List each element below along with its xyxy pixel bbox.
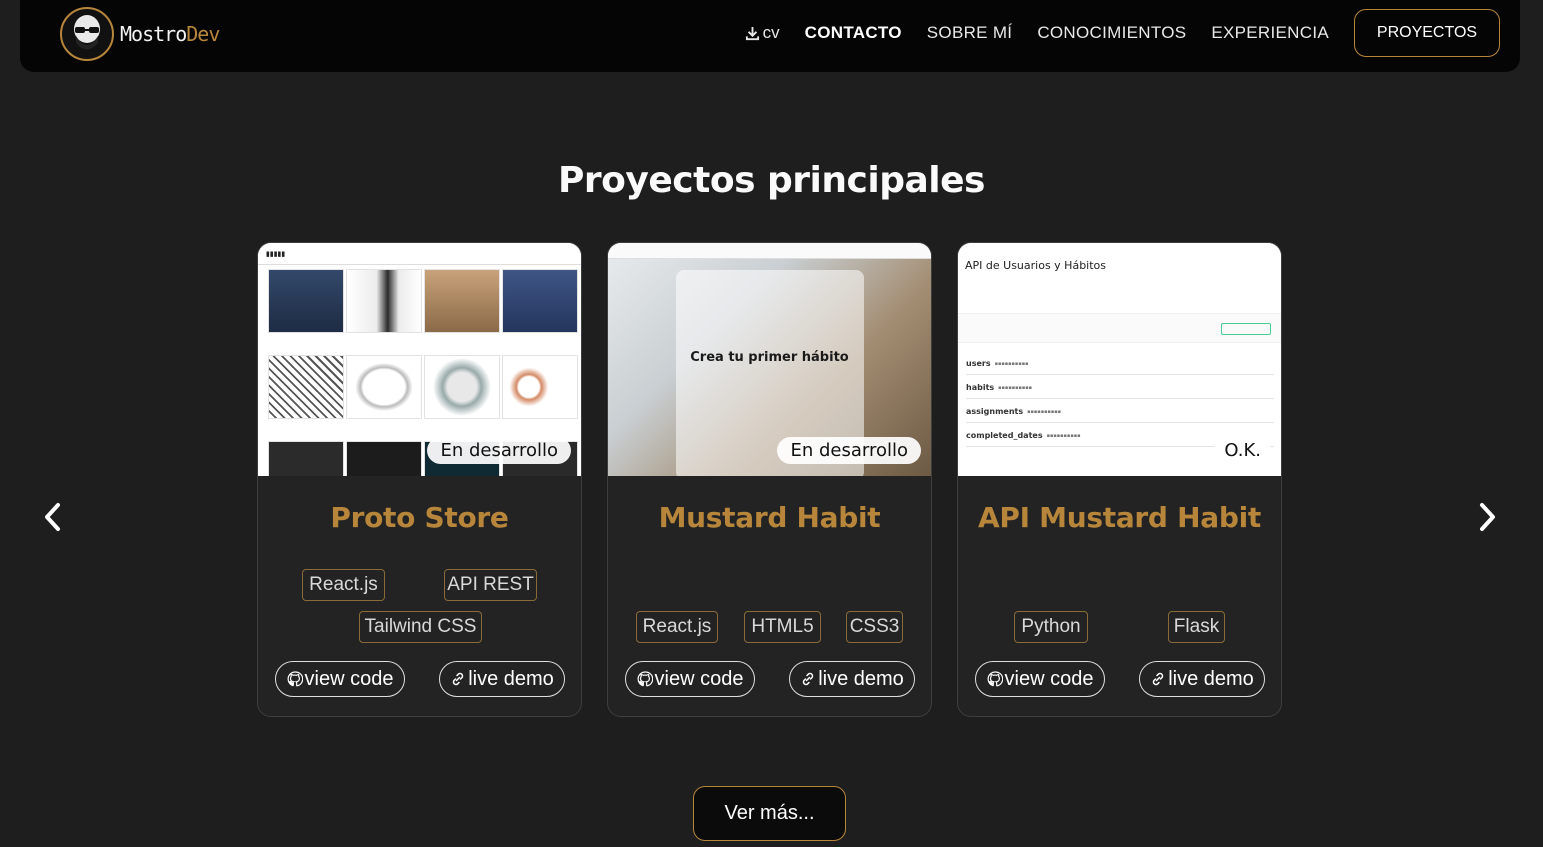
ver-mas-button[interactable]: Ver más... bbox=[693, 786, 846, 841]
project-screenshot[interactable]: API de Usuarios y Hábitos users ▪▪▪▪▪▪▪▪▪… bbox=[958, 243, 1281, 476]
chevron-left-icon bbox=[45, 503, 60, 531]
carousel-next-button[interactable] bbox=[1472, 500, 1502, 534]
view-code-label: view code bbox=[654, 667, 744, 690]
github-icon bbox=[287, 671, 303, 687]
brand-name-part2: Dev bbox=[186, 22, 220, 46]
tech-tag: Flask bbox=[1168, 611, 1225, 643]
tech-tag: Python bbox=[1014, 611, 1088, 643]
nav-link-contacto[interactable]: CONTACTO bbox=[805, 23, 902, 43]
habit-overlay-text: Crea tu primer hábito bbox=[690, 350, 849, 365]
live-demo-label: live demo bbox=[468, 667, 554, 690]
view-code-button[interactable]: view code bbox=[975, 661, 1105, 697]
live-demo-label: live demo bbox=[818, 667, 904, 690]
brand-name-part1: Mostro bbox=[120, 22, 187, 46]
tech-tag: CSS3 bbox=[846, 611, 903, 643]
nav-link-experiencia[interactable]: EXPERIENCIA bbox=[1211, 23, 1329, 43]
project-card-proto-store: ▮▮▮▮▮ En desarrollo Proto Store React.js… bbox=[257, 242, 582, 717]
api-doc-title: API de Usuarios y Hábitos bbox=[965, 259, 1107, 272]
tech-tag: React.js bbox=[636, 611, 718, 643]
api-endpoint-habits: habits bbox=[966, 383, 995, 392]
status-badge: En desarrollo bbox=[427, 437, 571, 464]
tech-tag: HTML5 bbox=[744, 611, 821, 643]
api-endpoint-assignments: assignments bbox=[966, 407, 1024, 416]
api-endpoint-users: users bbox=[966, 359, 991, 368]
project-title: API Mustard Habit bbox=[978, 501, 1261, 534]
chevron-right-icon bbox=[1480, 503, 1495, 531]
project-card-api-mustard-habit: API de Usuarios y Hábitos users ▪▪▪▪▪▪▪▪▪… bbox=[957, 242, 1282, 717]
link-icon bbox=[1152, 672, 1164, 686]
section-title: Proyectos principales bbox=[558, 160, 985, 201]
navbar: MostroDev cv CONTACTO SOBRE MÍ CONOCIMIE… bbox=[20, 0, 1520, 72]
nav-link-conocimientos[interactable]: CONOCIMIENTOS bbox=[1037, 23, 1186, 43]
project-screenshot[interactable]: Crea tu primer hábito En desarrollo bbox=[608, 243, 931, 476]
api-endpoint-completed-dates: completed_dates bbox=[966, 431, 1043, 440]
view-code-label: view code bbox=[1004, 667, 1094, 690]
brand-name: MostroDev bbox=[120, 22, 220, 46]
tech-tag: React.js bbox=[302, 569, 385, 601]
project-title: Proto Store bbox=[330, 501, 509, 534]
github-icon bbox=[987, 671, 1003, 687]
nav-cv-link[interactable]: cv bbox=[745, 23, 780, 43]
project-card-mustard-habit: Crea tu primer hábito En desarrollo Must… bbox=[607, 242, 932, 717]
project-screenshot[interactable]: ▮▮▮▮▮ En desarrollo bbox=[258, 243, 581, 476]
nav-link-sobre-mi[interactable]: SOBRE MÍ bbox=[927, 23, 1013, 43]
status-badge: O.K. bbox=[1214, 437, 1271, 464]
nav-links: cv CONTACTO SOBRE MÍ CONOCIMIENTOS EXPER… bbox=[745, 9, 1500, 57]
live-demo-button[interactable]: live demo bbox=[439, 661, 565, 697]
tech-tag: API REST bbox=[444, 569, 537, 601]
carousel-prev-button[interactable] bbox=[38, 500, 68, 534]
nav-proyectos-button[interactable]: PROYECTOS bbox=[1354, 9, 1500, 57]
download-icon bbox=[745, 26, 759, 40]
link-icon bbox=[452, 672, 464, 686]
live-demo-label: live demo bbox=[1168, 667, 1254, 690]
live-demo-button[interactable]: live demo bbox=[1139, 661, 1265, 697]
view-code-button[interactable]: view code bbox=[275, 661, 405, 697]
project-title: Mustard Habit bbox=[658, 501, 881, 534]
status-badge: En desarrollo bbox=[777, 437, 921, 464]
logo-avatar-icon bbox=[60, 7, 114, 61]
tech-tag: Tailwind CSS bbox=[359, 611, 482, 643]
view-code-button[interactable]: view code bbox=[625, 661, 755, 697]
nav-cv-label: cv bbox=[762, 23, 780, 42]
github-icon bbox=[637, 671, 653, 687]
link-icon bbox=[802, 672, 814, 686]
brand[interactable]: MostroDev bbox=[60, 7, 220, 61]
view-code-label: view code bbox=[304, 667, 394, 690]
live-demo-button[interactable]: live demo bbox=[789, 661, 915, 697]
